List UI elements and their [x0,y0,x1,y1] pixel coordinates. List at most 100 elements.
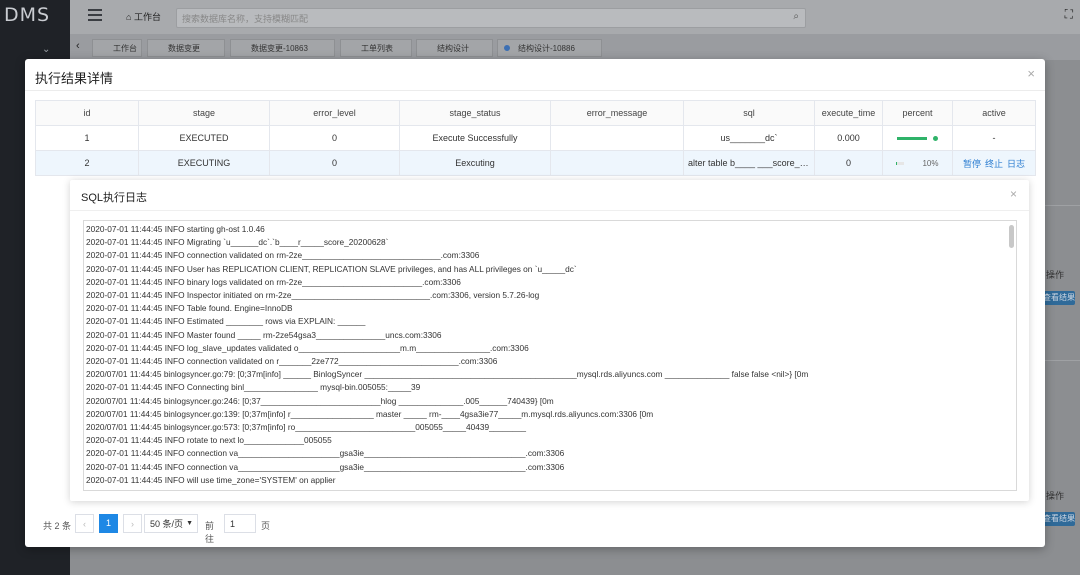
column-header: execute_time [814,100,883,126]
search-input[interactable]: 搜索数据库名称，支持模糊匹配 ⌕ [176,8,806,28]
cell-sql: alter table b____ ___score_2... [683,150,815,176]
progress-fill [896,162,898,166]
home-label: 工作台 [133,12,161,22]
pause-link[interactable]: 暂停 [963,159,981,169]
home-link[interactable]: ⌂ 工作台 [126,10,161,23]
operation-label: 操作 [1046,270,1065,280]
log-line: 2020-07-01 11:44:45 INFO rotate to next … [86,435,332,446]
log-line: 2020-07-01 11:44:45 INFO Connecting binl… [86,382,421,393]
app-logo: DMS [4,4,51,26]
tab-schema-design-10886[interactable]: 结构设计-10886 [497,39,602,57]
log-link[interactable]: 日志 [1007,159,1025,169]
operation-label: 操作 [1046,491,1065,501]
cell-stage-status: Eexcuting [399,150,551,176]
cell-id: 2 [35,150,139,176]
log-line: 2020-07-01 11:44:45 INFO starting gh-ost… [86,224,265,234]
close-icon[interactable]: × [1027,66,1035,81]
log-line: 2020-07-01 11:44:45 INFO binary logs val… [86,276,461,287]
log-line: 2020-07-01 11:44:45 INFO Estimated _____… [86,316,366,327]
goto-page-input[interactable]: 1 [224,514,256,533]
log-line: 2020-07-01 11:44:45 INFO connection va__… [86,448,565,459]
log-line: 2020/07/01 11:44:45 binlogsyncer.go:246:… [86,395,554,406]
close-icon[interactable]: × [1010,187,1017,201]
tab-data-change[interactable]: 数据变更 [147,39,225,57]
log-line: 2020-07-01 11:44:45 INFO Migrating `u___… [86,237,389,248]
cell-error-message [550,125,684,151]
log-line: 2020/07/01 11:44:45 binlogsyncer.go:79: … [86,369,809,380]
cell-active: 暂停 终止 日志 [952,150,1036,176]
cell-error-message [550,150,684,176]
home-icon: ⌂ [126,12,132,22]
tab-ticket-list[interactable]: 工单列表 [340,39,412,57]
log-line: 2020-07-01 11:44:45 INFO connection vali… [86,356,498,366]
menu-icon[interactable] [88,9,102,21]
cell-percent: 10% [882,150,953,176]
column-header: stage_status [399,100,551,126]
progress-bar [897,137,927,141]
cell-error-level: 0 [269,150,400,176]
sql-log-dialog: SQL执行日志 × 2020-07-01 11:44:45 INFO start… [70,180,1029,501]
cell-percent [882,125,953,151]
divider [25,90,1045,91]
page-number-current[interactable]: 1 [99,514,118,533]
column-header: id [35,100,139,126]
cell-stage-status: Execute Successfully [399,125,551,151]
cell-execute-time: 0.000 [814,125,883,151]
prev-page-button[interactable]: ‹ [75,514,94,533]
log-line: 2020-07-01 11:44:45 INFO log_slave_updat… [86,342,529,353]
tab-workbench[interactable]: 工作台 [92,39,142,57]
column-header: active [952,100,1036,126]
table-row: 1 EXECUTED 0 Execute Successfully us____… [35,125,1036,151]
column-header: stage [138,100,270,126]
column-header: percent [882,100,953,126]
divider [70,210,1029,211]
table-row: 2 EXECUTING 0 Eexcuting alter table b___… [35,150,1036,176]
progress-bar [896,162,905,166]
tab-schema-design[interactable]: 结构设计 [416,39,493,57]
log-textarea[interactable]: 2020-07-01 11:44:45 INFO starting gh-ost… [83,220,1017,491]
log-line: 2020-07-01 11:44:45 INFO connection va__… [86,461,565,472]
scrollbar-thumb[interactable] [1009,225,1014,248]
view-result-button[interactable]: 查看结果 [1043,291,1075,305]
search-icon[interactable]: ⌕ [793,11,799,22]
cell-stage: EXECUTED [138,125,270,151]
cell-stage: EXECUTING [138,150,270,176]
log-line: 2020/07/01 11:44:45 binlogsyncer.go:573:… [86,422,526,432]
page-size-value: 50 条/页 [150,519,184,529]
terminate-link[interactable]: 终止 [985,159,1003,169]
log-line: 2020-07-01 11:44:45 INFO connection vali… [86,250,480,261]
column-header: error_level [269,100,400,126]
chevron-down-icon[interactable]: ⌄ [42,44,50,55]
table-header-row: id stage error_level stage_status error_… [35,100,1036,126]
log-line: 2020-07-01 11:44:45 INFO will use time_z… [86,474,336,485]
column-header: sql [683,100,815,126]
log-line: 2020-07-01 11:44:45 INFO Master found __… [86,329,442,340]
cell-error-level: 0 [269,125,400,151]
search-placeholder: 搜索数据库名称，支持模糊匹配 [182,14,309,24]
cell-active: - [952,125,1036,151]
success-dot-icon [933,136,938,142]
tab-data-change-10863[interactable]: 数据变更-10863 [230,39,335,57]
goto-label: 前往 [205,521,215,544]
total-count: 共 2 条 [43,521,72,531]
cell-sql: us_______dc` [683,125,815,151]
dialog-title: SQL执行日志 [81,192,148,204]
fullscreen-icon[interactable]: ⛶ [1065,7,1073,22]
progress-text: 10% [922,159,939,168]
view-result-button[interactable]: 查看结果 [1043,512,1075,526]
log-line: 2020/07/01 11:44:45 binlogsyncer.go:139:… [86,408,654,419]
log-line: 2020-07-01 11:44:45 INFO Table found. En… [86,303,293,314]
column-header: error_message [550,100,684,126]
modal-title: 执行结果详情 [35,71,114,86]
next-page-button[interactable]: › [123,514,142,533]
caret-down-icon: ▼ [186,520,193,527]
cell-execute-time: 0 [814,150,883,176]
tab-scroll-left-icon[interactable]: ‹ [76,40,80,52]
page-size-select[interactable]: 50 条/页 ▼ [144,514,198,533]
result-table: id stage error_level stage_status error_… [35,100,1036,176]
progress-fill [897,137,927,141]
cell-id: 1 [35,125,139,151]
page-suffix: 页 [261,521,271,531]
log-line: 2020-07-01 11:44:45 INFO Inspector initi… [86,290,540,300]
log-line: 2020-07-01 11:44:45 INFO User has REPLIC… [86,263,577,274]
